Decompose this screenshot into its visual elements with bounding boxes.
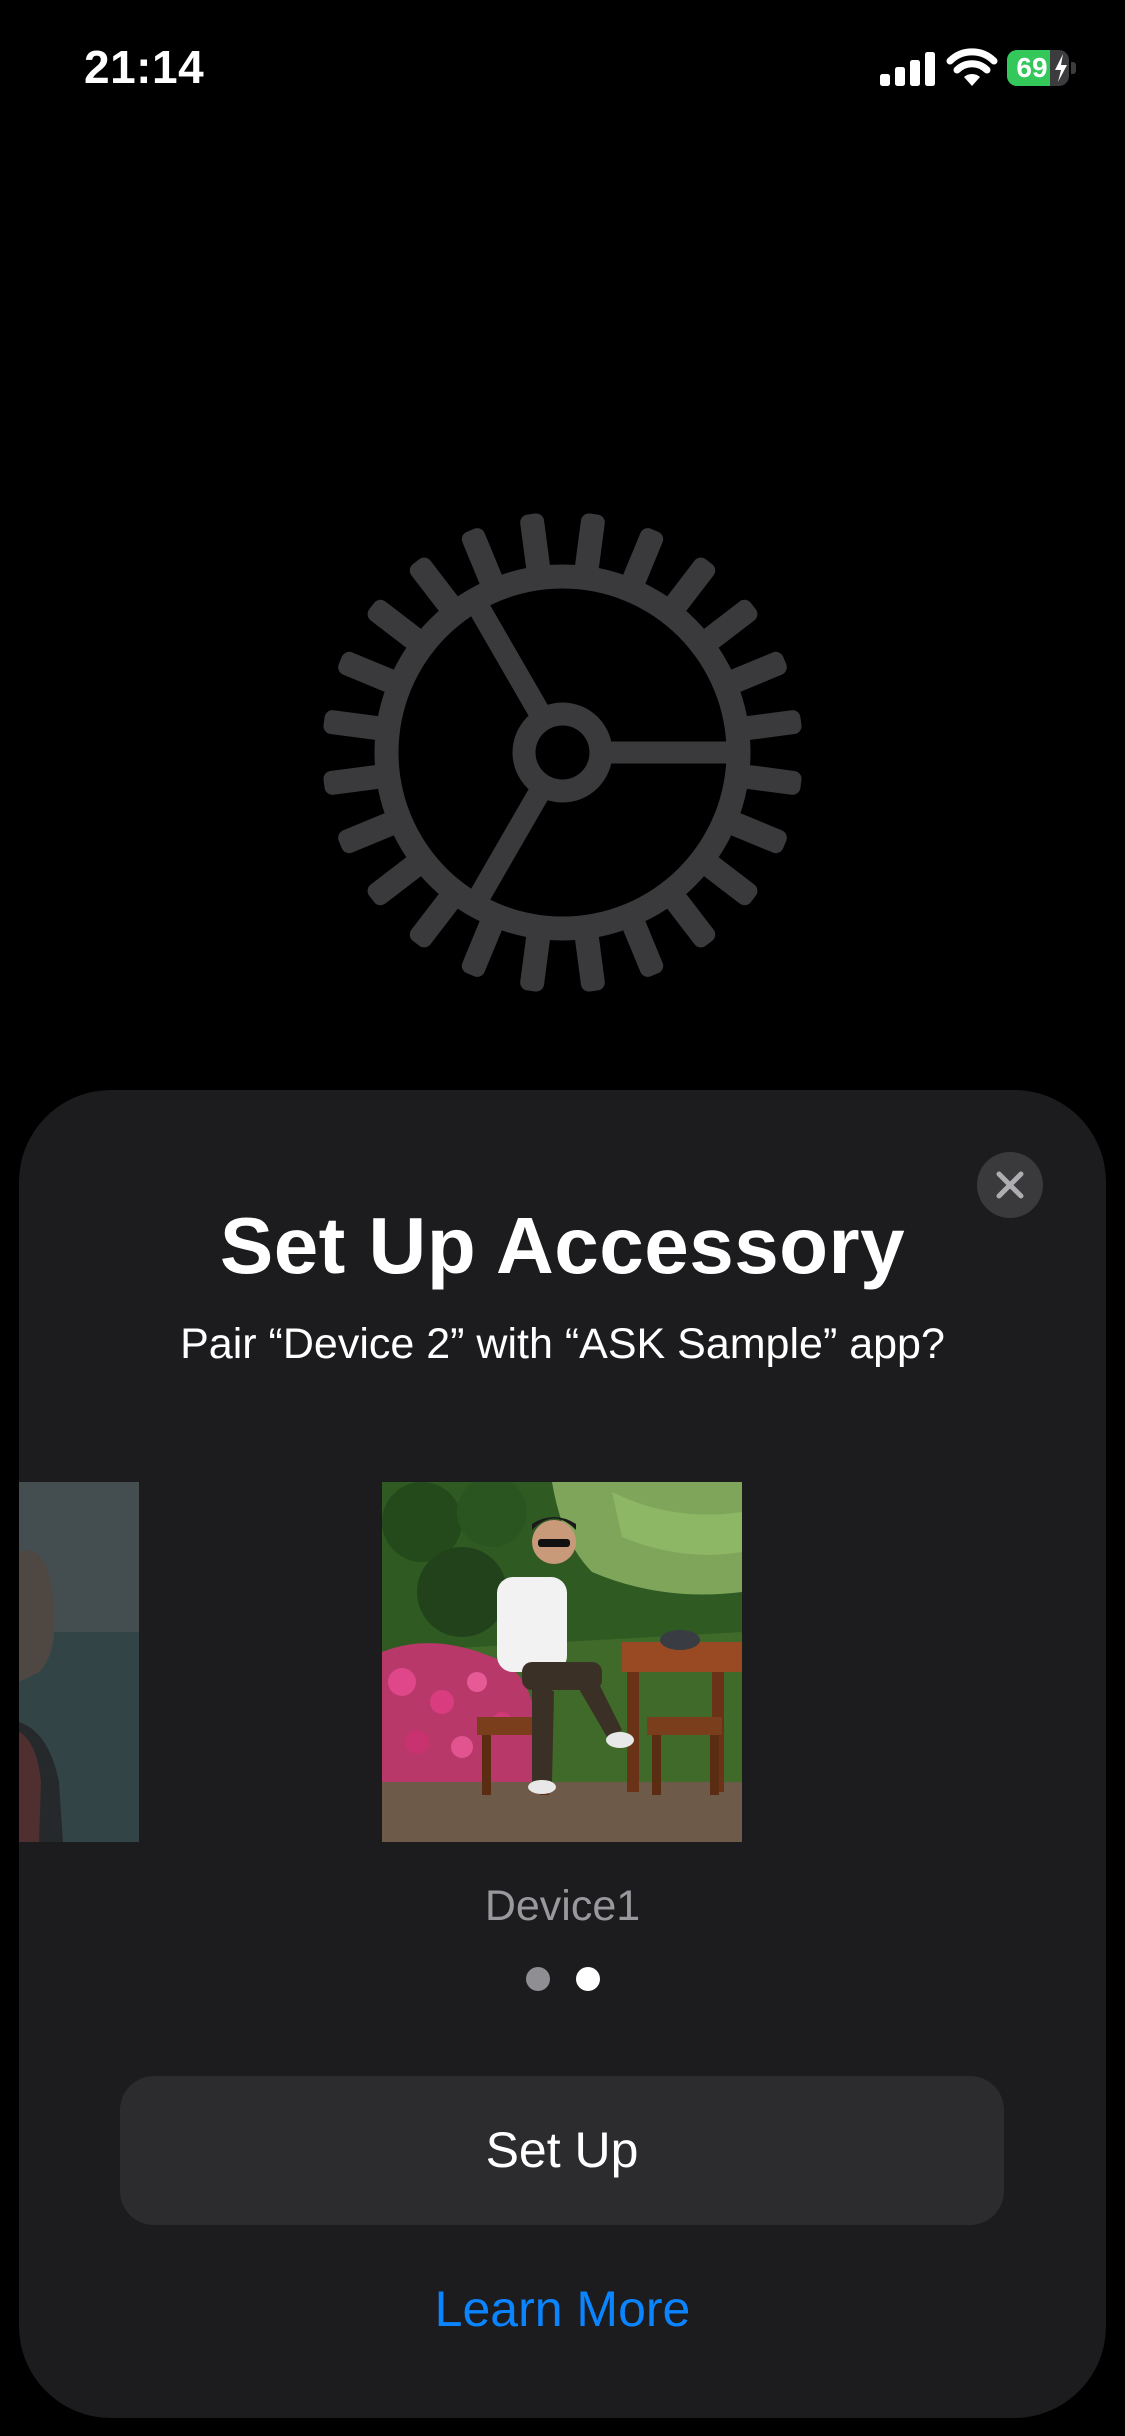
sheet-subtitle: Pair “Device 2” with “ASK Sample” app? — [180, 1320, 945, 1368]
status-time: 21:14 — [84, 41, 205, 93]
current-device-image[interactable] — [382, 1482, 742, 1842]
page-indicator[interactable] — [19, 1967, 1106, 1993]
battery-body: 69 — [1007, 50, 1069, 86]
learn-more-link[interactable]: Learn More — [19, 2280, 1106, 2338]
wifi-icon — [946, 48, 998, 86]
charging-bolt-icon — [1055, 54, 1067, 82]
set-up-button[interactable]: Set Up — [120, 2076, 1004, 2225]
signal-icon — [880, 52, 935, 86]
setup-accessory-sheet: Set Up Accessory Pair “Device 2” with “A… — [19, 1090, 1106, 2418]
page-dot-2[interactable] — [575, 1967, 600, 1991]
previous-device-image[interactable] — [19, 1482, 139, 1842]
page-dot-1[interactable] — [525, 1967, 550, 1991]
status-bar: 21:14 69 — [0, 0, 1125, 140]
gear-icon — [323, 513, 802, 992]
battery-percent: 69 — [1016, 52, 1048, 83]
device-carousel[interactable] — [19, 1482, 1106, 1844]
battery-icon: 69 — [1007, 50, 1077, 86]
battery-nub — [1071, 62, 1076, 74]
sheet-title: Set Up Accessory — [219, 1201, 906, 1290]
close-icon — [996, 1171, 1024, 1199]
device-name: Device1 — [484, 1882, 641, 1930]
